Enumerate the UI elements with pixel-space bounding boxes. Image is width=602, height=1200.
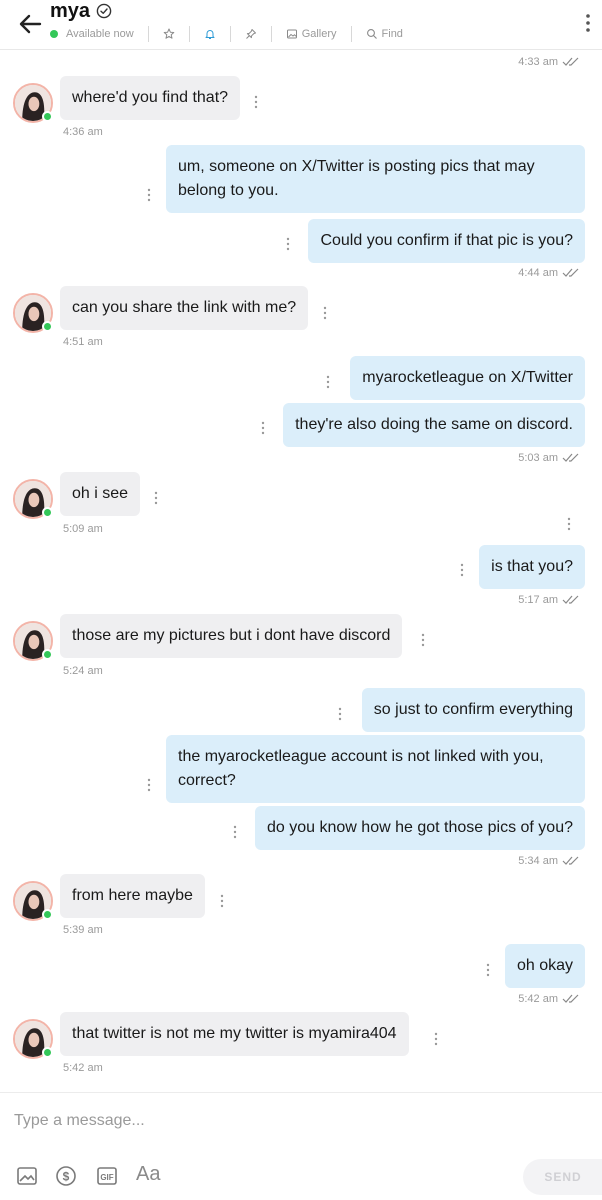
message-list[interactable]: 4:33 am where'd you find that? 4:36 am u… xyxy=(0,51,602,1091)
message-options-icon[interactable] xyxy=(285,236,291,252)
message-options-icon[interactable] xyxy=(146,777,152,793)
message-options-icon[interactable] xyxy=(420,632,426,648)
message-options-icon[interactable] xyxy=(566,516,572,532)
online-status-icon xyxy=(42,321,53,332)
contact-avatar[interactable] xyxy=(13,293,53,333)
online-status-icon xyxy=(42,507,53,518)
divider xyxy=(229,26,231,42)
message-timestamp: 4:36 am xyxy=(63,126,103,138)
message-options-icon[interactable] xyxy=(219,893,225,909)
online-status-icon xyxy=(42,649,53,660)
online-status-icon xyxy=(42,1047,53,1058)
message-timestamp: 5:42 am xyxy=(518,993,582,1005)
message-input[interactable] xyxy=(14,1109,574,1133)
gallery-button[interactable]: Gallery xyxy=(286,28,337,40)
availability-status: Available now xyxy=(66,28,134,40)
message-timestamp: 5:17 am xyxy=(518,594,582,606)
send-button[interactable]: SEND xyxy=(523,1159,602,1195)
message-timestamp: 5:42 am xyxy=(63,1062,103,1074)
pin-icon[interactable] xyxy=(245,28,257,40)
read-receipt-icon xyxy=(562,595,579,604)
read-receipt-icon xyxy=(562,453,579,462)
message-options-icon[interactable] xyxy=(485,962,491,978)
message-bubble-incoming[interactable]: those are my pictures but i dont have di… xyxy=(60,614,403,658)
message-timestamp: 5:09 am xyxy=(63,523,103,535)
tip-dollar-icon[interactable]: $ xyxy=(55,1165,77,1187)
gallery-label: Gallery xyxy=(301,28,337,40)
message-timestamp: 5:03 am xyxy=(518,452,582,464)
back-arrow-icon[interactable] xyxy=(16,10,44,38)
message-bubble-outgoing[interactable]: myarocketleague on X/Twitter xyxy=(350,356,585,400)
message-options-icon[interactable] xyxy=(325,374,331,390)
find-button[interactable]: Find xyxy=(366,28,403,40)
read-receipt-icon xyxy=(562,57,579,66)
contact-avatar[interactable] xyxy=(13,881,53,921)
read-receipt-icon xyxy=(562,856,579,865)
online-dot-icon xyxy=(50,30,58,38)
message-bubble-outgoing[interactable]: they're also doing the same on discord. xyxy=(283,403,585,447)
contact-avatar[interactable] xyxy=(13,479,53,519)
message-bubble-incoming[interactable]: where'd you find that? xyxy=(60,76,241,120)
read-receipt-icon xyxy=(562,268,579,277)
verified-icon xyxy=(96,3,112,19)
message-bubble-incoming[interactable]: can you share the link with me? xyxy=(60,286,309,330)
message-bubble-incoming[interactable]: from here maybe xyxy=(60,874,205,918)
message-timestamp: 5:39 am xyxy=(63,924,103,936)
message-options-icon[interactable] xyxy=(232,824,238,840)
divider xyxy=(188,26,190,42)
message-bubble-outgoing[interactable]: oh okay xyxy=(504,944,585,988)
message-bubble-outgoing[interactable]: so just to confirm everything xyxy=(361,688,585,732)
header-toolbar: Available now Gallery Find xyxy=(50,26,403,42)
message-timestamp: 4:33 am xyxy=(518,56,582,68)
message-options-icon[interactable] xyxy=(459,562,465,578)
divider xyxy=(350,26,352,42)
message-timestamp: 5:34 am xyxy=(518,855,582,867)
bell-icon[interactable] xyxy=(204,28,216,40)
message-timestamp: 5:24 am xyxy=(63,665,103,677)
message-options-icon[interactable] xyxy=(322,305,328,321)
message-options-icon[interactable] xyxy=(433,1031,439,1047)
message-options-icon[interactable] xyxy=(337,706,343,722)
svg-text:$: $ xyxy=(63,1170,70,1184)
message-options-icon[interactable] xyxy=(153,490,159,506)
message-bubble-outgoing[interactable]: Could you confirm if that pic is you? xyxy=(308,219,585,263)
search-icon xyxy=(366,29,377,39)
message-options-icon[interactable] xyxy=(253,94,259,110)
text-format-button[interactable]: Aa xyxy=(136,1163,160,1186)
image-icon xyxy=(286,29,297,39)
message-bubble-outgoing[interactable]: is that you? xyxy=(479,545,585,589)
more-options-icon[interactable] xyxy=(584,12,592,34)
message-options-icon[interactable] xyxy=(260,420,266,436)
star-icon[interactable] xyxy=(163,28,175,40)
contact-name[interactable]: mya xyxy=(50,0,90,23)
message-composer: $ GIF Aa SEND xyxy=(0,1092,602,1200)
chat-header: mya Available now Gallery Find xyxy=(0,0,602,50)
message-bubble-incoming[interactable]: that twitter is not me my twitter is mya… xyxy=(60,1012,409,1056)
message-options-icon[interactable] xyxy=(146,187,152,203)
read-receipt-icon xyxy=(562,994,579,1003)
divider xyxy=(147,26,149,42)
contact-avatar[interactable] xyxy=(13,621,53,661)
message-bubble-incoming[interactable]: oh i see xyxy=(60,472,141,516)
gif-icon[interactable]: GIF xyxy=(96,1165,118,1187)
message-timestamp: 4:44 am xyxy=(518,267,582,279)
contact-avatar[interactable] xyxy=(13,1019,53,1059)
svg-text:GIF: GIF xyxy=(100,1173,113,1182)
divider xyxy=(270,26,272,42)
contact-name-row[interactable]: mya xyxy=(50,0,112,22)
find-label: Find xyxy=(381,28,403,40)
message-timestamp: 4:51 am xyxy=(63,336,103,348)
online-status-icon xyxy=(42,909,53,920)
contact-avatar[interactable] xyxy=(13,83,53,123)
online-status-icon xyxy=(42,111,53,122)
message-bubble-outgoing[interactable]: the myarocketleague account is not linke… xyxy=(166,735,585,803)
message-bubble-outgoing[interactable]: um, someone on X/Twitter is posting pics… xyxy=(166,145,585,213)
message-bubble-outgoing[interactable]: do you know how he got those pics of you… xyxy=(255,806,585,850)
image-upload-icon[interactable] xyxy=(16,1165,38,1187)
